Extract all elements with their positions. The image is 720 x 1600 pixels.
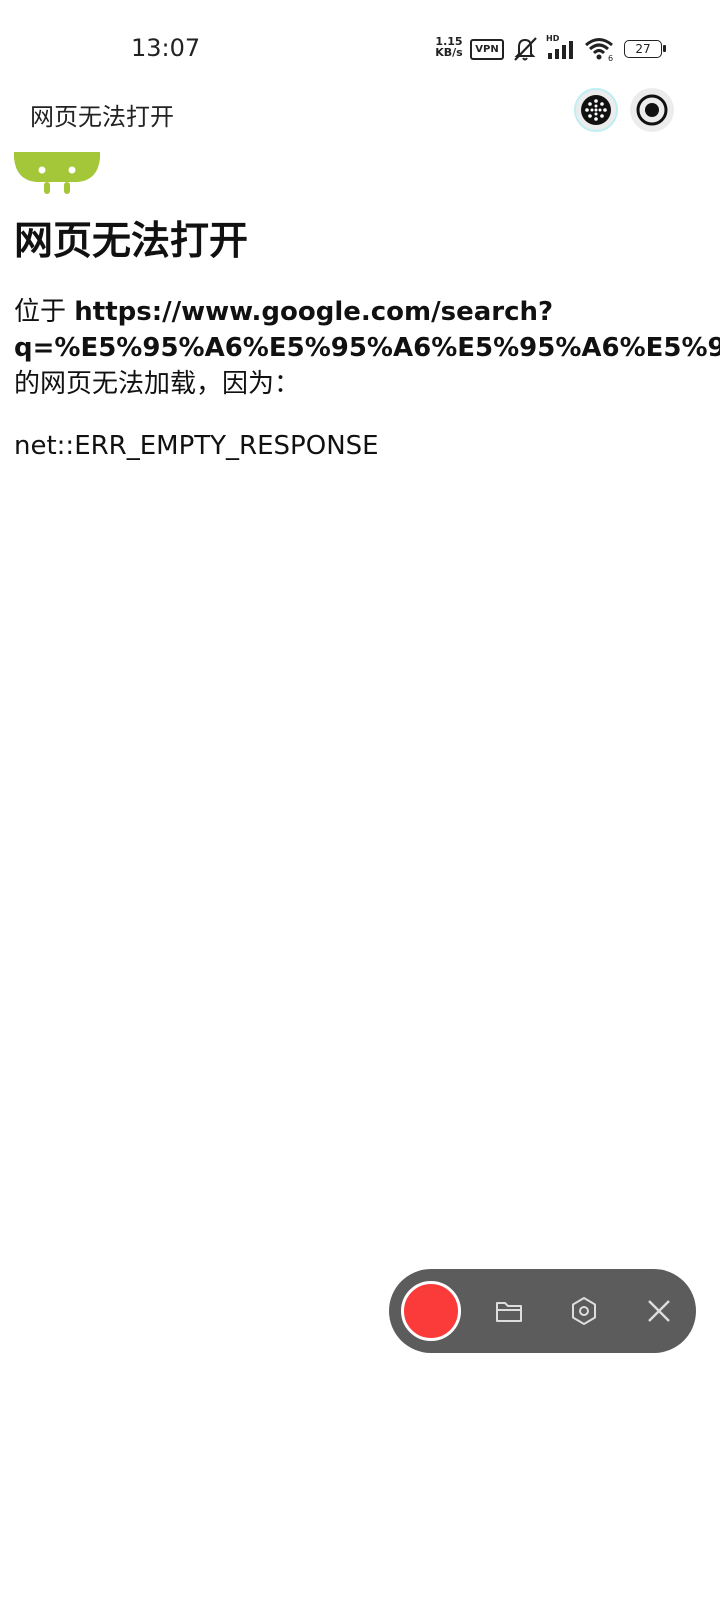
error-description: 位于 https://www.google.com/search? q=%E5%… xyxy=(14,294,720,402)
status-time: 13:07 xyxy=(131,34,201,62)
error-url-line2: q=%E5%95%A6%E5%95%A6%E5%95%A6%E5%95%A6 xyxy=(14,333,720,363)
app-title: 网页无法打开 xyxy=(30,103,174,131)
svg-text:6: 6 xyxy=(608,54,613,62)
menu-button[interactable] xyxy=(574,88,618,132)
android-logo-icon xyxy=(14,152,100,194)
net-speed-unit: KB/s xyxy=(435,46,463,59)
close-icon[interactable] xyxy=(643,1295,675,1327)
wifi-icon: 6 xyxy=(585,38,613,62)
error-code: net::ERR_EMPTY_RESPONSE xyxy=(14,431,379,461)
battery-cap xyxy=(663,45,666,52)
app-bar: 网页无法打开 xyxy=(0,80,720,140)
signal-icon xyxy=(548,41,573,59)
battery-icon: 27 xyxy=(624,40,662,58)
close-miniprogram-button[interactable] xyxy=(630,88,674,132)
folder-icon[interactable] xyxy=(493,1295,525,1327)
desc-prefix: 位于 xyxy=(14,297,75,327)
settings-hex-icon[interactable] xyxy=(568,1295,600,1327)
close-target-icon xyxy=(636,94,668,126)
vpn-badge: VPN xyxy=(470,39,504,60)
menu-dots-icon xyxy=(581,95,611,125)
error-title: 网页无法打开 xyxy=(14,219,249,264)
screen-record-toolbar[interactable] xyxy=(389,1269,696,1353)
net-speed: 1.15 KB/s xyxy=(432,36,466,58)
status-icons: 1.15 KB/s VPN HD 6 27 xyxy=(428,34,688,64)
error-url-line1: https://www.google.com/search? xyxy=(74,297,554,327)
record-button[interactable] xyxy=(401,1281,461,1341)
desc-suffix: 的网页无法加载，因为： xyxy=(14,369,301,399)
mute-icon xyxy=(514,37,537,61)
